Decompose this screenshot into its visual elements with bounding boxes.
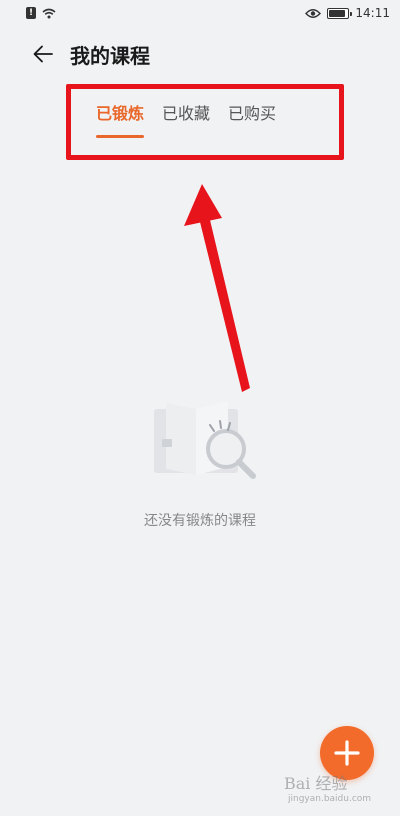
status-left: ! — [26, 7, 56, 19]
status-time: 14:11 — [355, 6, 390, 20]
battery-icon — [327, 7, 353, 19]
baidu-jingyan-watermark: Bai 经验 jingyan.baidu.com — [284, 770, 394, 810]
battery-fill — [329, 9, 346, 17]
status-right: 14:11 — [305, 6, 390, 20]
header: 我的课程 — [0, 36, 400, 72]
page-title: 我的课程 — [70, 43, 150, 68]
status-bar: ! 14:11 — [0, 0, 400, 26]
plus-icon — [334, 740, 360, 766]
watermark-text: Bai 经验 — [284, 774, 348, 793]
book-search-icon — [154, 401, 256, 479]
alert-icon: ! — [26, 7, 36, 19]
annotation-arrow — [184, 184, 250, 392]
annotation-highlight-box — [66, 84, 344, 160]
back-arrow-icon — [33, 45, 53, 63]
wifi-icon — [42, 8, 56, 18]
watermark-subtext: jingyan.baidu.com — [288, 794, 372, 804]
empty-state-message: 还没有锻炼的课程 — [144, 513, 256, 529]
eye-icon — [305, 8, 322, 18]
back-button[interactable] — [18, 36, 68, 72]
